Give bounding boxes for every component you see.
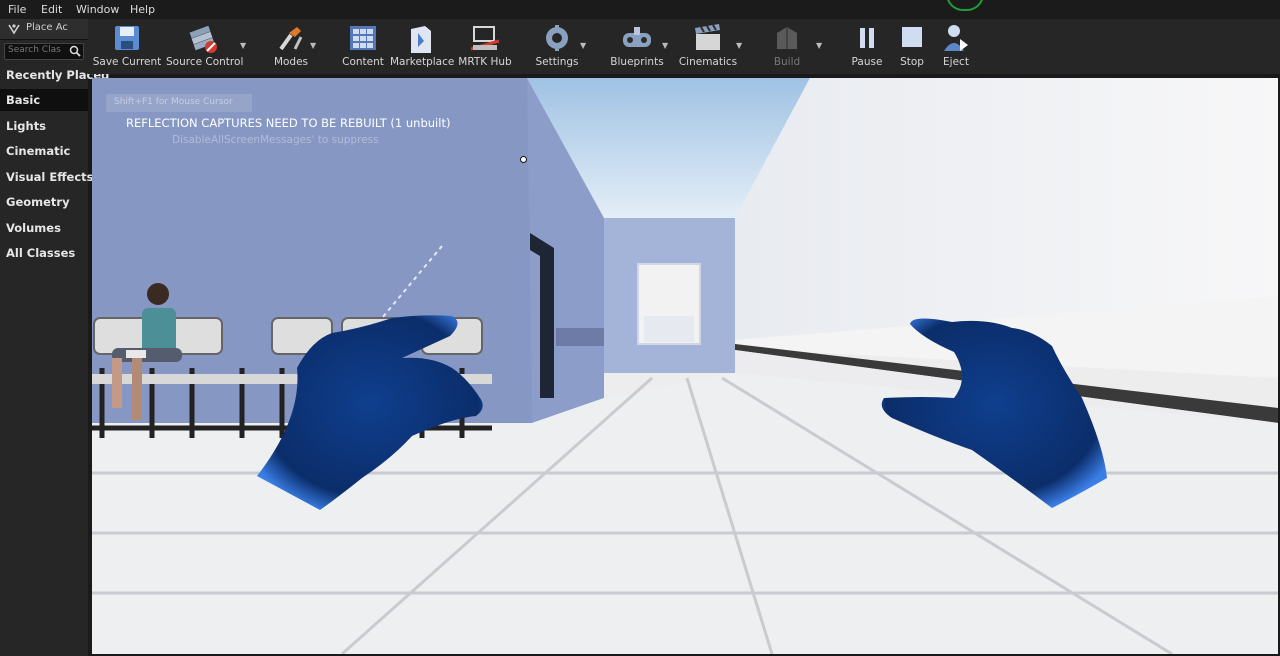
- category-cinematic[interactable]: Cinematic: [0, 140, 88, 162]
- settings-dropdown-icon[interactable]: ▼: [580, 41, 586, 50]
- modes-dropdown-icon[interactable]: ▼: [310, 41, 316, 50]
- menu-window[interactable]: Window: [76, 3, 119, 16]
- category-volumes[interactable]: Volumes: [0, 217, 88, 239]
- source-control-button[interactable]: Source Control: [166, 19, 244, 74]
- class-search-input[interactable]: Search Clas: [4, 43, 84, 60]
- build-icon: [777, 27, 797, 49]
- search-icon: [69, 45, 81, 57]
- build-dropdown-icon[interactable]: ▼: [816, 41, 822, 50]
- category-lights[interactable]: Lights: [0, 115, 88, 137]
- cinematics-label: Cinematics: [678, 56, 738, 68]
- place-actors-icon: [8, 24, 20, 35]
- save-current-label: Save Current: [92, 56, 162, 68]
- stop-button[interactable]: Stop: [892, 19, 932, 74]
- cinematics-button[interactable]: Cinematics: [678, 19, 738, 74]
- blueprints-label: Blueprints: [610, 56, 664, 68]
- mrtk-hub-icon: [470, 26, 500, 51]
- clapperboard-icon: [695, 24, 720, 50]
- blueprints-dropdown-icon[interactable]: ▼: [662, 41, 668, 50]
- menu-file[interactable]: File: [8, 3, 26, 16]
- source-control-dropdown-icon[interactable]: ▼: [240, 41, 246, 50]
- category-geometry[interactable]: Geometry: [0, 191, 88, 213]
- save-icon: [115, 26, 139, 50]
- place-actors-tab[interactable]: Place Ac: [0, 19, 88, 40]
- place-actors-panel: Place Ac Search Clas Recently Placed Bas…: [0, 19, 109, 656]
- pause-icon: [860, 28, 874, 48]
- marketplace-button[interactable]: Marketplace: [390, 19, 455, 74]
- mouse-cursor-hint: Shift+F1 for Mouse Cursor: [106, 94, 252, 112]
- stop-label: Stop: [900, 56, 924, 68]
- content-label: Content: [342, 56, 384, 68]
- blueprints-button[interactable]: Blueprints: [606, 19, 668, 74]
- build-label: Build: [773, 56, 801, 68]
- build-button[interactable]: Build: [764, 19, 810, 74]
- modes-button[interactable]: Modes: [266, 19, 316, 74]
- category-label: Basic: [6, 93, 41, 107]
- category-recently-placed[interactable]: Recently Placed: [0, 64, 109, 86]
- category-label: Visual Effects: [6, 170, 94, 184]
- eject-button[interactable]: Eject: [936, 19, 976, 74]
- gear-icon: [546, 25, 568, 51]
- category-label: Lights: [6, 119, 47, 133]
- level-viewport[interactable]: Shift+F1 for Mouse Cursor REFLECTION CAP…: [92, 78, 1278, 654]
- place-actors-tab-label: Place Ac: [26, 22, 68, 33]
- main-toolbar: Save Current Source Control ▼ Modes ▼ Co…: [88, 19, 1280, 74]
- modes-label: Modes: [273, 56, 309, 68]
- category-visual-effects[interactable]: Visual Effects: [0, 166, 94, 188]
- reflection-warning-message: REFLECTION CAPTURES NEED TO BE REBUILT (…: [126, 116, 451, 130]
- marketplace-label: Marketplace: [390, 56, 455, 68]
- settings-label: Settings: [535, 56, 579, 68]
- mrtk-hub-label: MRTK Hub: [458, 56, 512, 68]
- eject-icon: [944, 25, 968, 51]
- blueprints-icon: [623, 27, 651, 47]
- pause-label: Pause: [851, 56, 883, 68]
- pause-button[interactable]: Pause: [846, 19, 888, 74]
- menu-help[interactable]: Help: [130, 3, 155, 16]
- source-control-icon: [189, 25, 217, 53]
- menu-edit[interactable]: Edit: [41, 3, 62, 16]
- stop-icon: [902, 27, 922, 47]
- suppress-hint-message: DisableAllScreenMessages' to suppress: [172, 134, 379, 146]
- cinematics-dropdown-icon[interactable]: ▼: [736, 41, 742, 50]
- modes-icon: [279, 27, 303, 51]
- scene-render: [92, 78, 1278, 654]
- mrtk-hub-button[interactable]: MRTK Hub: [454, 19, 516, 74]
- menu-bar: File Edit Window Help: [0, 0, 1280, 19]
- status-indicator-icon: [946, 0, 984, 11]
- mouse-cursor-icon: [520, 156, 527, 163]
- category-basic[interactable]: Basic: [0, 89, 88, 111]
- category-label: Geometry: [6, 195, 70, 209]
- source-control-label: Source Control: [166, 56, 244, 68]
- content-button[interactable]: Content: [338, 19, 388, 74]
- hint-text: Shift+F1 for Mouse Cursor: [114, 97, 233, 107]
- eject-label: Eject: [943, 56, 969, 68]
- save-current-button[interactable]: Save Current: [92, 19, 162, 74]
- category-label: Cinematic: [6, 144, 71, 158]
- category-label: Volumes: [6, 221, 61, 235]
- category-all-classes[interactable]: All Classes: [0, 242, 88, 264]
- content-browser-icon: [350, 26, 376, 50]
- category-label: All Classes: [6, 246, 76, 260]
- marketplace-icon: [411, 26, 431, 53]
- settings-button[interactable]: Settings: [526, 19, 588, 74]
- search-placeholder: Search Clas: [8, 45, 61, 55]
